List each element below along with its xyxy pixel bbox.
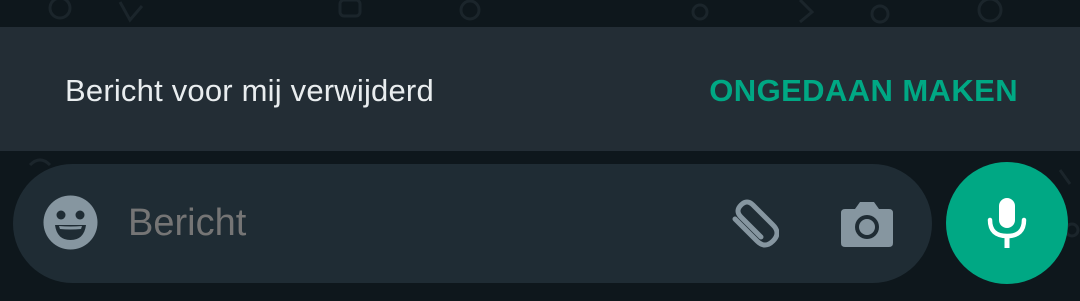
message-input[interactable] — [128, 202, 688, 244]
snackbar-message: Bericht voor mij verwijderd — [65, 73, 434, 108]
emoji-icon[interactable] — [42, 194, 99, 251]
microphone-icon — [987, 198, 1027, 248]
undo-snackbar: Bericht voor mij verwijderd ONGEDAAN MAK… — [0, 27, 1080, 151]
undo-button[interactable]: ONGEDAAN MAKEN — [709, 74, 1018, 108]
paperclip-icon[interactable] — [721, 197, 780, 255]
message-composer — [13, 164, 932, 283]
microphone-button[interactable] — [946, 162, 1068, 284]
camera-icon[interactable] — [839, 199, 895, 249]
